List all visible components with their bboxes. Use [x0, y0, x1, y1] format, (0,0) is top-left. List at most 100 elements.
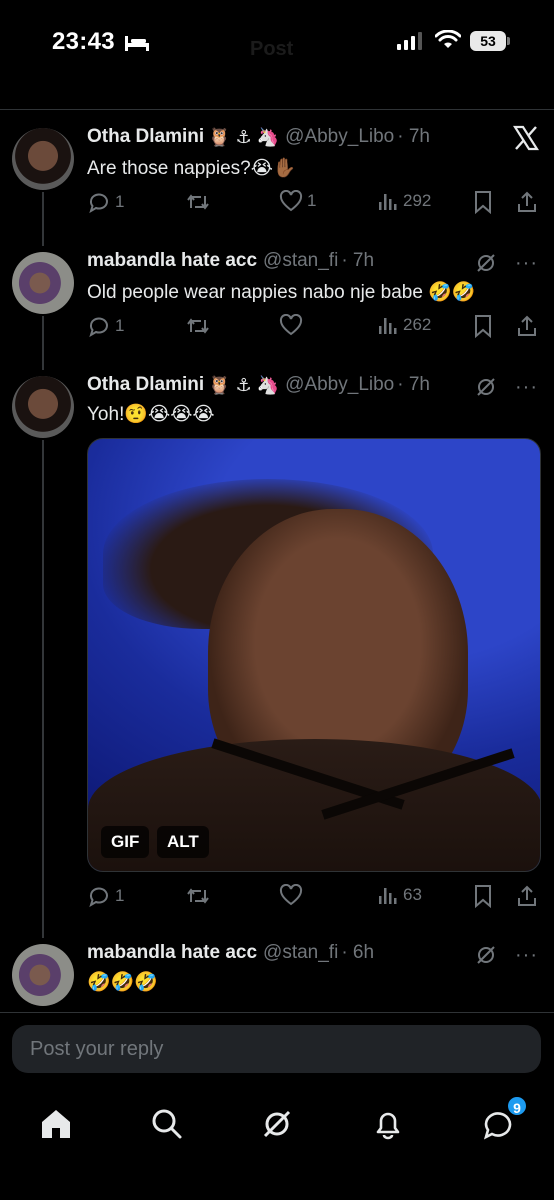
views-button[interactable]: 292 — [377, 190, 431, 212]
grok-icon — [263, 1110, 291, 1138]
handle[interactable]: @Abby_Libo — [285, 374, 394, 396]
tweet-top-icons: ··· — [475, 376, 538, 398]
avatar[interactable] — [12, 252, 74, 314]
faded-page-title: Post — [250, 38, 294, 60]
retweet-icon — [187, 318, 209, 334]
share-button[interactable] — [515, 884, 539, 908]
bookmark-icon — [475, 315, 491, 338]
handle[interactable]: @stan_fi — [263, 942, 338, 964]
share-icon — [518, 885, 536, 906]
grok-icon[interactable] — [475, 376, 497, 398]
more-icon[interactable]: ··· — [515, 377, 538, 397]
tweet-text: Are those nappies?😭✋🏾 — [87, 158, 297, 179]
nav-home[interactable] — [34, 1102, 78, 1146]
tweet-top-icons: ··· — [475, 252, 538, 274]
grok-icon[interactable] — [475, 252, 497, 274]
messages-badge: 9 — [506, 1095, 528, 1117]
status-bar: 23:43 Post 53 — [0, 0, 554, 84]
tweet-header: Otha Dlamini 🦉 ⚓ 🦄 @Abby_Libo · 7h — [87, 374, 430, 396]
like-count: 1 — [307, 191, 317, 210]
clock: 23:43 — [52, 28, 115, 55]
tweet-text: Old people wear nappies nabo nje babe 🤣🤣 — [87, 282, 476, 303]
like-icon — [279, 884, 303, 906]
display-name[interactable]: Otha Dlamini — [87, 126, 204, 148]
retweet-button[interactable] — [185, 884, 211, 908]
more-icon[interactable]: ··· — [515, 253, 538, 273]
tweet[interactable]: mabandla hate acc @stan_fi · 6h ··· 🤣🤣🤣 — [0, 942, 554, 1012]
tweet-text: 🤣🤣🤣 — [87, 972, 158, 993]
reply-icon — [89, 317, 108, 338]
views-count: 63 — [403, 885, 422, 904]
reply-count: 1 — [115, 316, 125, 335]
views-count: 262 — [403, 315, 432, 334]
grok-icon[interactable] — [475, 944, 497, 966]
more-icon[interactable]: ··· — [515, 945, 538, 965]
avatar[interactable] — [12, 944, 74, 1006]
views-icon — [379, 194, 397, 210]
signal-icon — [397, 32, 423, 55]
bookmark-button[interactable] — [472, 314, 494, 338]
nav-grok[interactable] — [255, 1102, 299, 1146]
bottom-nav — [0, 1084, 554, 1200]
wifi-icon — [434, 29, 462, 55]
share-icon — [518, 191, 536, 212]
x-logo-icon[interactable] — [512, 124, 540, 152]
display-name[interactable]: mabandla hate acc — [87, 942, 257, 964]
search-icon — [152, 1109, 182, 1139]
reply-count: 1 — [115, 192, 125, 211]
share-button[interactable] — [515, 190, 539, 214]
notifications-icon — [376, 1112, 400, 1140]
reply-count: 1 — [115, 886, 125, 905]
tweet-actions: 1 262 — [87, 314, 539, 342]
alt-button[interactable]: ALT — [157, 826, 209, 858]
reply-bar — [0, 1012, 554, 1084]
views-button[interactable]: 63 — [377, 884, 422, 906]
battery-indicator: 53 — [470, 31, 506, 51]
display-name[interactable]: Otha Dlamini — [87, 374, 204, 396]
reply-button[interactable]: 1 — [87, 190, 124, 214]
battery-nub — [507, 37, 510, 45]
tweet-header: Otha Dlamini 🦉 ⚓ 🦄 @Abby_Libo · 7h — [87, 126, 430, 148]
tweet-header: mabandla hate acc @stan_fi · 6h — [87, 942, 374, 964]
bed-icon — [124, 34, 150, 57]
retweet-icon — [187, 888, 209, 904]
timestamp[interactable]: · 7h — [397, 126, 430, 148]
like-button[interactable] — [279, 884, 303, 906]
timestamp[interactable]: · 7h — [341, 250, 374, 272]
share-button[interactable] — [515, 314, 539, 338]
tweet-actions: 1 1 292 — [87, 190, 539, 218]
like-button[interactable]: 1 — [279, 190, 316, 212]
tweet-actions: 1 63 — [87, 884, 539, 912]
reply-icon — [89, 887, 108, 908]
gif-badge: GIF — [101, 826, 150, 858]
timestamp[interactable]: · 6h — [341, 942, 374, 964]
retweet-button[interactable] — [185, 190, 215, 214]
avatar[interactable] — [12, 376, 74, 438]
bookmark-button[interactable] — [472, 884, 494, 908]
like-icon — [279, 190, 303, 212]
handle[interactable]: @Abby_Libo — [285, 126, 394, 148]
nav-notifications[interactable] — [366, 1102, 410, 1146]
thread-line — [42, 440, 44, 938]
handle[interactable]: @stan_fi — [263, 250, 338, 272]
gif-subject-top — [88, 739, 540, 871]
reply-button[interactable]: 1 — [87, 884, 124, 908]
retweet-button[interactable] — [185, 314, 211, 338]
reply-button[interactable]: 1 — [87, 314, 124, 338]
like-button[interactable] — [279, 314, 303, 336]
views-icon — [379, 888, 397, 904]
bookmark-button[interactable] — [472, 190, 494, 214]
like-icon — [279, 314, 303, 336]
tweet[interactable]: Otha Dlamini 🦉 ⚓ 🦄 @Abby_Libo · 7h ··· Y… — [0, 374, 554, 438]
avatar[interactable] — [12, 128, 74, 190]
views-icon — [379, 318, 397, 334]
reply-input[interactable] — [12, 1025, 541, 1073]
views-button[interactable]: 262 — [377, 314, 431, 336]
timestamp[interactable]: · 7h — [397, 374, 430, 396]
nav-search[interactable] — [145, 1102, 189, 1146]
name-emojis: 🦉 ⚓ 🦄 — [208, 374, 280, 395]
gif-media[interactable] — [87, 438, 541, 872]
name-emojis: 🦉 ⚓ 🦄 — [208, 126, 280, 147]
tweet-text: Yoh!🤨😭😭😭 — [87, 404, 215, 425]
display-name[interactable]: mabandla hate acc — [87, 250, 257, 272]
